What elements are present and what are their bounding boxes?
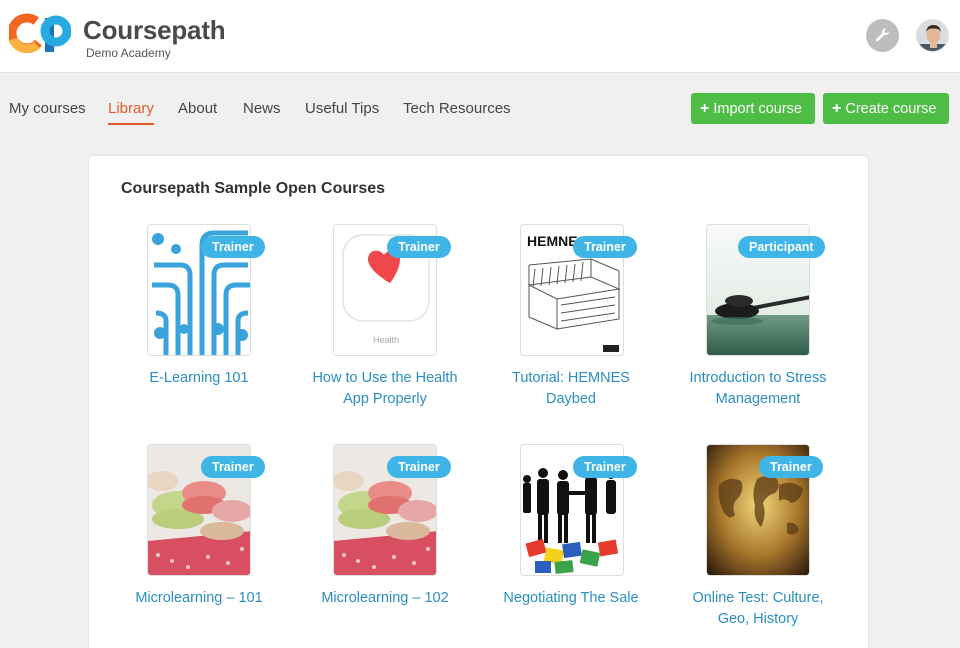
brand-name[interactable]: Coursepath	[83, 15, 226, 46]
course-title-line: Introduction to Stress	[689, 370, 827, 386]
nav-about[interactable]: About	[178, 100, 217, 117]
health-caption: Health	[372, 335, 399, 345]
course-title-line: E-Learning 101	[149, 370, 249, 386]
nav-tech-resources[interactable]: Tech Resources	[403, 100, 511, 117]
wrench-icon	[875, 28, 889, 42]
role-badge: Trainer	[201, 456, 265, 478]
user-avatar[interactable]	[916, 19, 949, 52]
course-title-line: Daybed	[546, 391, 596, 407]
create-course-button[interactable]: + Create course	[823, 93, 949, 124]
course-title-link[interactable]: Negotiating The Sale	[478, 588, 664, 609]
role-badge: Trainer	[573, 236, 637, 258]
avatar-image	[917, 20, 948, 51]
import-course-label: Import course	[713, 100, 802, 117]
course-title-link[interactable]: E-Learning 101	[106, 368, 292, 389]
course-title-line: App Properly	[343, 391, 427, 407]
role-badge: Trainer	[573, 456, 637, 478]
course-title-line: How to Use the Health	[312, 370, 458, 386]
plus-icon: +	[832, 99, 842, 117]
course-title-link[interactable]: Microlearning – 102	[292, 588, 478, 609]
nav-my-courses[interactable]: My courses	[9, 100, 86, 117]
course-title-line: Negotiating The Sale	[503, 590, 639, 606]
settings-button[interactable]	[866, 19, 899, 52]
course-title-line: Tutorial: HEMNES	[512, 370, 630, 386]
course-title-line: Geo, History	[717, 611, 799, 627]
section-title: Coursepath Sample Open Courses	[121, 180, 386, 197]
create-course-label: Create course	[845, 100, 937, 117]
course-title-link[interactable]: Online Test: Culture, Geo, History	[665, 588, 851, 630]
plus-icon: +	[700, 99, 710, 117]
coursepath-logo[interactable]	[9, 13, 71, 53]
nav-useful-tips[interactable]: Useful Tips	[305, 100, 379, 117]
role-badge: Trainer	[387, 236, 451, 258]
nav-library[interactable]: Library	[108, 100, 154, 125]
course-title-link[interactable]: Introduction to Stress Management	[665, 368, 851, 410]
course-title-link[interactable]: Tutorial: HEMNES Daybed	[478, 368, 664, 410]
course-title-link[interactable]: Microlearning – 101	[106, 588, 292, 609]
role-badge: Trainer	[201, 236, 265, 258]
role-badge: Trainer	[387, 456, 451, 478]
nav-news[interactable]: News	[243, 100, 281, 117]
role-badge: Participant	[738, 236, 825, 258]
course-title-line: Microlearning – 101	[135, 590, 263, 606]
course-title-line: Online Test: Culture,	[692, 590, 824, 606]
academy-name: Demo Academy	[86, 46, 171, 60]
role-badge: Trainer	[759, 456, 823, 478]
course-title-line: Microlearning – 102	[321, 590, 449, 606]
import-course-button[interactable]: + Import course	[691, 93, 815, 124]
course-title-link[interactable]: How to Use the Health App Properly	[292, 368, 478, 410]
course-title-line: Management	[715, 391, 801, 407]
app-header: Coursepath Demo Academy	[0, 0, 960, 73]
